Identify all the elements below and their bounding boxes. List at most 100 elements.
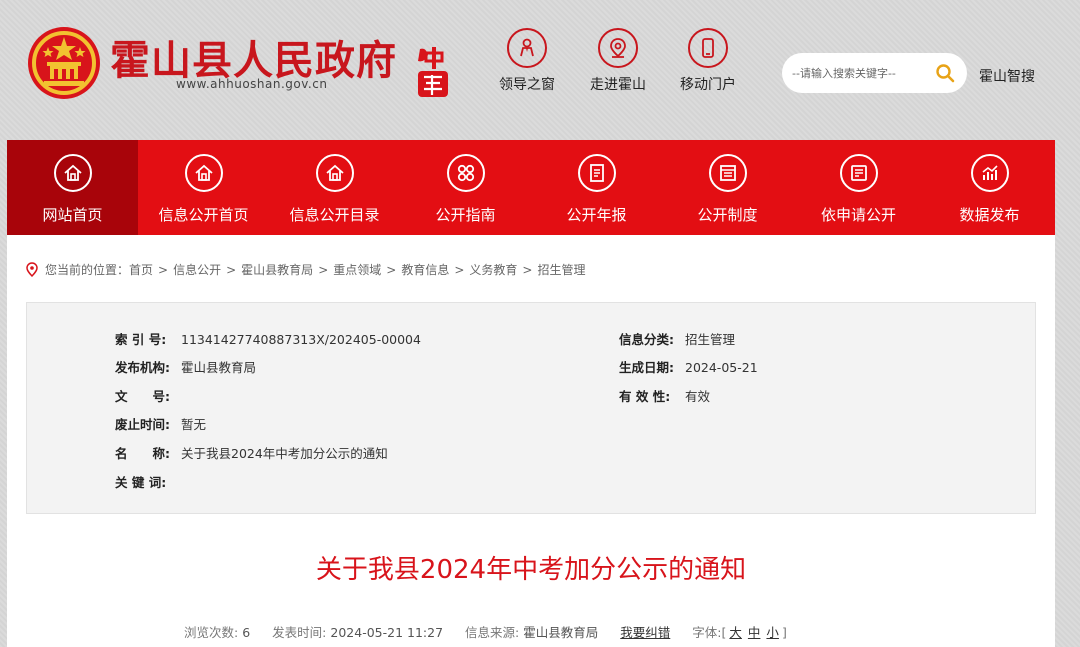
nav-item-label: 信息公开首页 bbox=[158, 206, 249, 224]
meta-label: 废止时间: bbox=[115, 417, 170, 432]
meta-publisher: 发布机构: 霍山县教育局 bbox=[115, 357, 256, 376]
smart-search-link[interactable]: 霍山智搜 bbox=[979, 66, 1035, 86]
meta-value: 霍山县教育局 bbox=[181, 360, 257, 375]
search-box bbox=[782, 53, 967, 93]
breadcrumb-separator: > bbox=[386, 262, 397, 277]
breadcrumb-separator: > bbox=[158, 262, 169, 277]
location-pin-icon bbox=[26, 261, 38, 277]
nav-item-label: 公开指南 bbox=[435, 206, 496, 224]
font-size-label: 字体: bbox=[692, 625, 722, 640]
info-source: 信息来源: 霍山县教育局 bbox=[465, 622, 598, 641]
document-meta-box: 索 引 号: 11341427740887313X/202405-00004 信息… bbox=[26, 302, 1036, 514]
info-source-label: 信息来源: bbox=[465, 625, 520, 640]
nav-item-apply[interactable]: 依申请公开 bbox=[793, 140, 924, 235]
site-url: www.ahhuoshan.gov.cn bbox=[176, 77, 328, 91]
meta-value: 关于我县2024年中考加分公示的通知 bbox=[181, 446, 388, 461]
breadcrumb-separator: > bbox=[454, 262, 465, 277]
nav-item-home[interactable]: 网站首页 bbox=[7, 140, 138, 235]
article-title: 关于我县2024年中考加分公示的通知 bbox=[315, 555, 747, 585]
slogan-seal-logo bbox=[418, 47, 448, 97]
location-pin-icon bbox=[598, 28, 638, 68]
nav-item-label: 依申请公开 bbox=[820, 206, 896, 224]
nav-item-label: 网站首页 bbox=[42, 206, 103, 224]
main-nav: 网站首页 信息公开首页 信息公开目录 公开指南 公开年报 公开制度 依申请公开 … bbox=[7, 140, 1055, 235]
meta-index: 索 引 号: 11341427740887313X/202405-00004 bbox=[115, 329, 421, 348]
meta-value: 招生管理 bbox=[685, 332, 736, 347]
breadcrumb-separator: > bbox=[318, 262, 329, 277]
search-icon[interactable] bbox=[935, 63, 955, 83]
breadcrumb-link[interactable]: 教育信息 bbox=[401, 261, 449, 278]
meta-name: 名 称: 关于我县2024年中考加分公示的通知 bbox=[115, 443, 388, 462]
meta-doc-number: 文 号: bbox=[115, 386, 181, 405]
nav-item-label: 数据发布 bbox=[959, 206, 1020, 224]
application-icon bbox=[839, 154, 878, 192]
search-input[interactable] bbox=[792, 66, 930, 80]
view-count-label: 浏览次数: bbox=[184, 625, 239, 640]
nav-item-info-catalog[interactable]: 信息公开目录 bbox=[269, 140, 400, 235]
meta-label: 名 称: bbox=[115, 446, 170, 461]
meta-validity: 有 效 性: 有效 bbox=[619, 386, 710, 405]
breadcrumb-link[interactable]: 重点领域 bbox=[333, 261, 381, 278]
view-count-value: 6 bbox=[242, 625, 251, 640]
breadcrumb-link[interactable]: 首页 bbox=[129, 261, 153, 278]
font-bracket: [ bbox=[721, 625, 727, 640]
nav-item-label: 公开制度 bbox=[697, 206, 758, 224]
meta-value: 有效 bbox=[685, 389, 711, 404]
font-size-medium-button[interactable]: 中 bbox=[748, 625, 761, 640]
main-content: 您当前的位置： 首页 > 信息公开 > 霍山县教育局 > 重点领域 > 教育信息… bbox=[7, 235, 1055, 647]
nav-item-label: 信息公开目录 bbox=[289, 206, 380, 224]
meta-value: 暂无 bbox=[181, 417, 207, 432]
font-bracket: ] bbox=[781, 625, 787, 640]
meta-keywords: 关 键 词: bbox=[115, 472, 181, 491]
meta-label: 有 效 性: bbox=[619, 389, 671, 404]
meta-expiry: 废止时间: 暂无 bbox=[115, 414, 206, 433]
meta-label: 索 引 号: bbox=[115, 332, 167, 347]
report-icon bbox=[577, 154, 616, 192]
quick-link-mobile[interactable]: 移动门户 bbox=[673, 28, 743, 94]
site-header: 霍山县人民政府 www.ahhuoshan.gov.cn 领导之窗 走进霍山 移… bbox=[0, 0, 1080, 140]
meta-label: 发布机构: bbox=[115, 360, 170, 375]
breadcrumb-prefix: 您当前的位置： bbox=[45, 263, 130, 277]
nav-item-data[interactable]: 数据发布 bbox=[924, 140, 1055, 235]
nav-item-info-home[interactable]: 信息公开首页 bbox=[138, 140, 269, 235]
national-emblem-icon bbox=[28, 27, 100, 99]
meta-value: 11341427740887313X/202405-00004 bbox=[181, 332, 421, 347]
meta-category: 信息分类: 招生管理 bbox=[619, 329, 735, 348]
breadcrumb-separator: > bbox=[522, 262, 533, 277]
publish-time-value: 2024-05-21 11:27 bbox=[330, 625, 444, 640]
home-icon bbox=[53, 154, 92, 192]
info-source-value: 霍山县教育局 bbox=[523, 625, 599, 640]
font-size-small-button[interactable]: 小 bbox=[766, 625, 779, 640]
meta-label: 生成日期: bbox=[619, 360, 674, 375]
leader-icon bbox=[507, 28, 547, 68]
quick-link-visit[interactable]: 走进霍山 bbox=[583, 28, 653, 94]
grid-icon bbox=[446, 154, 485, 192]
meta-value: 2024-05-21 bbox=[685, 360, 758, 375]
nav-item-annual-report[interactable]: 公开年报 bbox=[531, 140, 662, 235]
nav-item-guide[interactable]: 公开指南 bbox=[400, 140, 531, 235]
quick-link-leader[interactable]: 领导之窗 bbox=[492, 28, 562, 94]
home-icon bbox=[184, 154, 223, 192]
report-error-link[interactable]: 我要纠错 bbox=[620, 622, 670, 641]
chart-icon bbox=[970, 154, 1009, 192]
nav-item-system[interactable]: 公开制度 bbox=[662, 140, 793, 235]
home-icon bbox=[315, 154, 354, 192]
breadcrumb-link[interactable]: 信息公开 bbox=[173, 261, 221, 278]
meta-label: 关 键 词: bbox=[115, 475, 167, 490]
view-count: 浏览次数: 6 bbox=[184, 622, 250, 641]
meta-date: 生成日期: 2024-05-21 bbox=[619, 357, 758, 376]
font-size-large-button[interactable]: 大 bbox=[729, 625, 742, 640]
nav-item-label: 公开年报 bbox=[566, 206, 627, 224]
breadcrumb-separator: > bbox=[226, 262, 237, 277]
publish-time: 发表时间: 2024-05-21 11:27 bbox=[272, 622, 443, 641]
breadcrumb-link[interactable]: 招生管理 bbox=[537, 261, 585, 278]
breadcrumb-link[interactable]: 霍山县教育局 bbox=[241, 261, 313, 278]
breadcrumb: 您当前的位置： 首页 > 信息公开 > 霍山县教育局 > 重点领域 > 教育信息… bbox=[25, 261, 586, 278]
font-size-control: 字体:[大中小] bbox=[692, 622, 787, 641]
mobile-phone-icon bbox=[688, 28, 728, 68]
publish-time-label: 发表时间: bbox=[272, 625, 327, 640]
article-info-bar: 浏览次数: 6 发表时间: 2024-05-21 11:27 信息来源: 霍山县教育局… bbox=[184, 622, 787, 641]
breadcrumb-link[interactable]: 义务教育 bbox=[469, 261, 517, 278]
quick-link-label: 走进霍山 bbox=[590, 77, 646, 93]
quick-link-label: 领导之窗 bbox=[499, 77, 555, 93]
